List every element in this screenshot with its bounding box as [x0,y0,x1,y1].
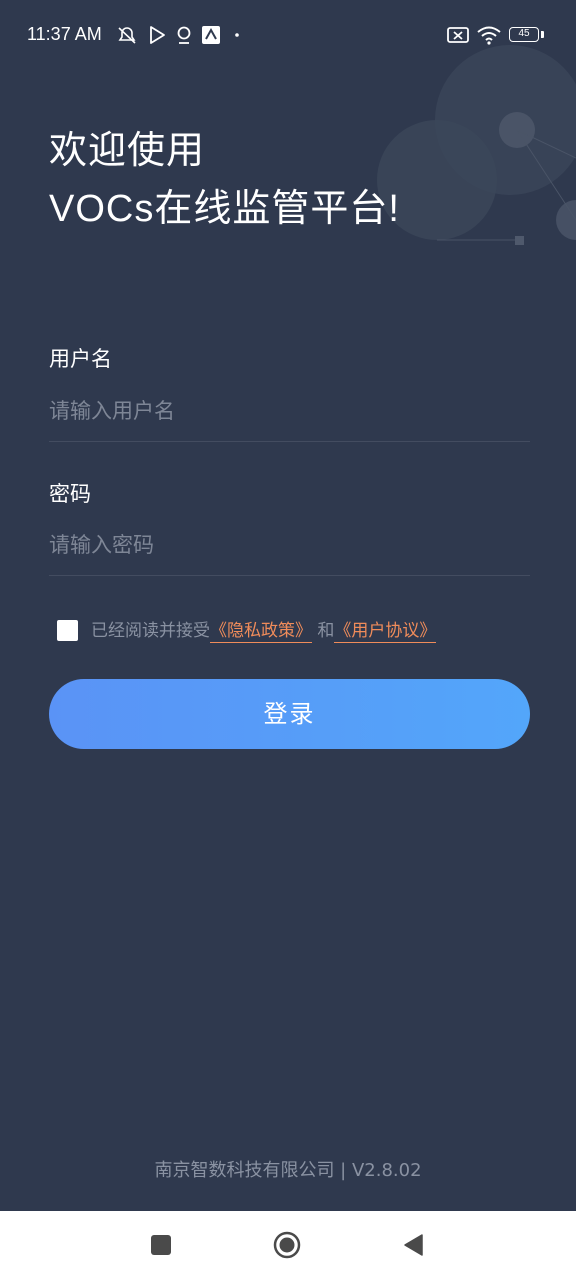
location-icon [177,26,191,44]
recent-apps-button[interactable] [151,1235,171,1255]
login-button[interactable]: 登录 [49,679,530,749]
welcome-line-1: 欢迎使用 [49,130,206,172]
login-screen: 11:37 AM 45 欢迎使用 VOCs在线监管平台! 用户名 请输入用户名 … [0,0,576,1211]
agreement-and: 和 [317,621,335,641]
agreement-prefix: 已经阅读并接受 [91,621,210,641]
password-divider [49,575,530,576]
username-input[interactable] [49,391,530,431]
system-navigation-bar [0,1211,576,1280]
app-notification-icon [202,26,220,44]
status-bar: 11:37 AM 45 [0,0,576,70]
user-agreement-link[interactable]: 《用户协议》 [334,621,437,643]
back-button[interactable] [402,1233,424,1257]
username-divider [49,441,530,442]
status-time: 11:37 AM [27,24,102,44]
play-store-icon [150,26,165,44]
welcome-title: 欢迎使用 VOCs在线监管平台! [49,122,400,238]
agreement-checkbox[interactable] [57,620,78,641]
dot-icon [235,33,239,37]
agreement-text: 已经阅读并接受《隐私政策》 和《用户协议》 [91,620,437,643]
no-sim-icon [447,27,469,43]
password-label: 密码 [49,482,91,506]
footer-company-version: 南京智数科技有限公司 | V2.8.02 [154,1160,422,1181]
privacy-policy-link[interactable]: 《隐私政策》 [210,621,312,643]
password-input[interactable] [49,525,530,565]
home-button[interactable] [273,1231,301,1259]
battery-indicator: 45 [509,27,539,42]
alarm-off-icon [118,27,136,44]
welcome-line-2: VOCs在线监管平台! [49,188,400,230]
wifi-icon [477,26,501,45]
username-label: 用户名 [49,347,112,371]
battery-tip [541,31,544,38]
